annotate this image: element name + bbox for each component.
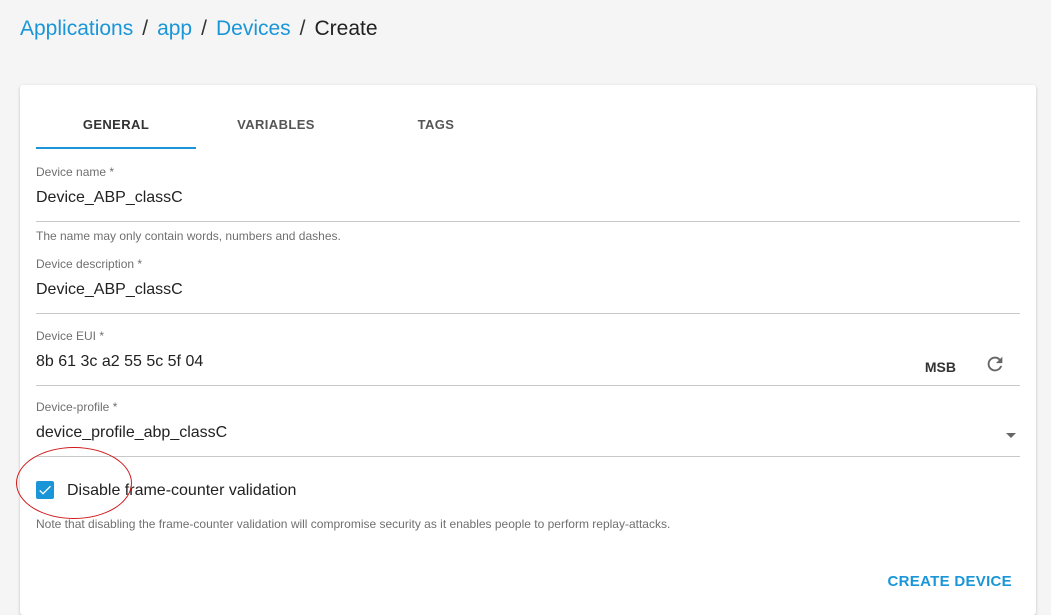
device-name-helper: The name may only contain words, numbers… <box>36 229 341 243</box>
device-name-value: Device_ABP_classC <box>36 189 183 206</box>
active-tab-indicator <box>36 147 196 149</box>
device-description-input[interactable]: Device_ABP_classC <box>36 271 1020 314</box>
device-name-field: Device name * Device_ABP_classC The name… <box>36 165 1020 243</box>
device-eui-label: Device EUI * <box>36 329 105 343</box>
breadcrumb-current: Create <box>314 17 378 40</box>
create-device-button[interactable]: CREATE DEVICE <box>888 571 1012 592</box>
breadcrumb-devices-link[interactable]: Devices <box>216 17 291 40</box>
device-name-label: Device name * <box>36 165 115 179</box>
breadcrumb-separator: / <box>201 17 207 40</box>
byte-order-toggle[interactable]: MSB <box>925 356 956 378</box>
device-profile-value: device_profile_abp_classC <box>36 424 228 441</box>
breadcrumb-applications-link[interactable]: Applications <box>20 17 133 40</box>
breadcrumb-separator: / <box>142 17 149 40</box>
device-profile-label: Device-profile * <box>36 400 118 414</box>
device-profile-select[interactable]: device_profile_abp_classC <box>36 414 1020 457</box>
device-description-value: Device_ABP_classC <box>36 281 183 298</box>
create-device-card: GENERAL VARIABLES TAGS Device name * Dev… <box>20 85 1036 615</box>
device-description-label: Device description * <box>36 257 143 271</box>
tab-tags[interactable]: TAGS <box>356 107 516 149</box>
device-eui-input[interactable]: 8b 61 3c a2 55 5c 5f 04 MSB <box>36 343 1020 386</box>
tab-bar: GENERAL VARIABLES TAGS <box>36 107 516 149</box>
tab-variables[interactable]: VARIABLES <box>196 107 356 149</box>
refresh-icon[interactable] <box>984 353 1006 375</box>
device-description-field: Device description * Device_ABP_classC <box>36 257 1020 314</box>
device-profile-field: Device-profile * device_profile_abp_clas… <box>36 400 1020 457</box>
breadcrumb: Applications / app / Devices / Create <box>20 16 378 42</box>
device-name-input[interactable]: Device_ABP_classC <box>36 179 1020 222</box>
checkmark-icon <box>39 485 51 495</box>
breadcrumb-app-link[interactable]: app <box>157 17 192 40</box>
device-eui-value: 8b 61 3c a2 55 5c 5f 04 <box>36 353 204 370</box>
chevron-down-icon[interactable] <box>1006 433 1016 438</box>
frame-counter-checkbox[interactable] <box>36 481 54 499</box>
breadcrumb-separator: / <box>299 17 306 40</box>
device-eui-field: Device EUI * 8b 61 3c a2 55 5c 5f 04 MSB <box>36 329 1020 386</box>
tab-general[interactable]: GENERAL <box>36 107 196 149</box>
frame-counter-label[interactable]: Disable frame-counter validation <box>67 480 296 502</box>
frame-counter-note: Note that disabling the frame-counter va… <box>36 517 671 531</box>
